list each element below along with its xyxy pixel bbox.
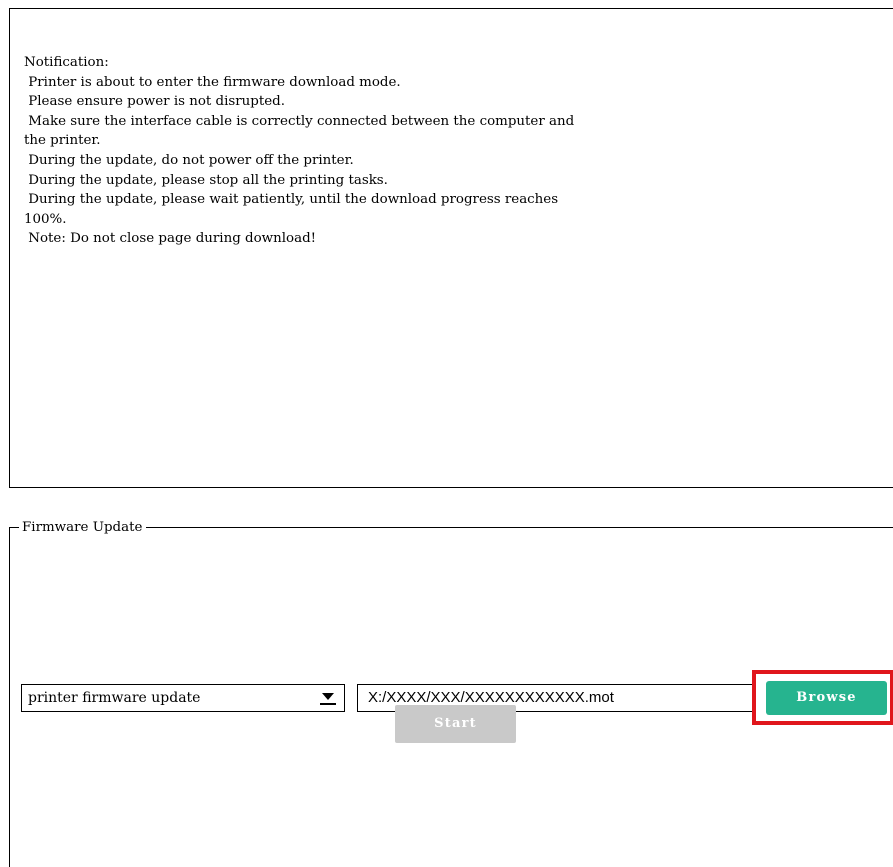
chevron-down-icon[interactable]	[320, 691, 336, 705]
notification-line: 100%.	[24, 211, 67, 227]
notification-line: During the update, please wait patiently…	[24, 192, 559, 208]
notification-line: Please ensure power is not disrupted.	[24, 94, 286, 110]
notification-note: Note: Do not close page during download!	[24, 231, 317, 247]
notification-text: Notification: Printer is about to enter …	[24, 53, 884, 249]
notification-line: Make sure the interface cable is correct…	[24, 113, 575, 129]
notification-line: During the update, please stop all the p…	[24, 172, 388, 188]
notification-title: Notification:	[24, 55, 109, 70]
notification-line: Printer is about to enter the firmware d…	[24, 74, 401, 90]
firmware-update-group-label: Firmware Update	[19, 519, 147, 537]
update-type-selected-value: printer firmware update	[28, 690, 201, 706]
notification-line: During the update, do not power off the …	[24, 152, 354, 168]
update-type-select[interactable]: printer firmware update	[21, 684, 345, 712]
start-button[interactable]: Start	[395, 705, 516, 743]
notification-line: the printer.	[24, 133, 101, 149]
browse-button[interactable]: Browse	[766, 681, 887, 715]
